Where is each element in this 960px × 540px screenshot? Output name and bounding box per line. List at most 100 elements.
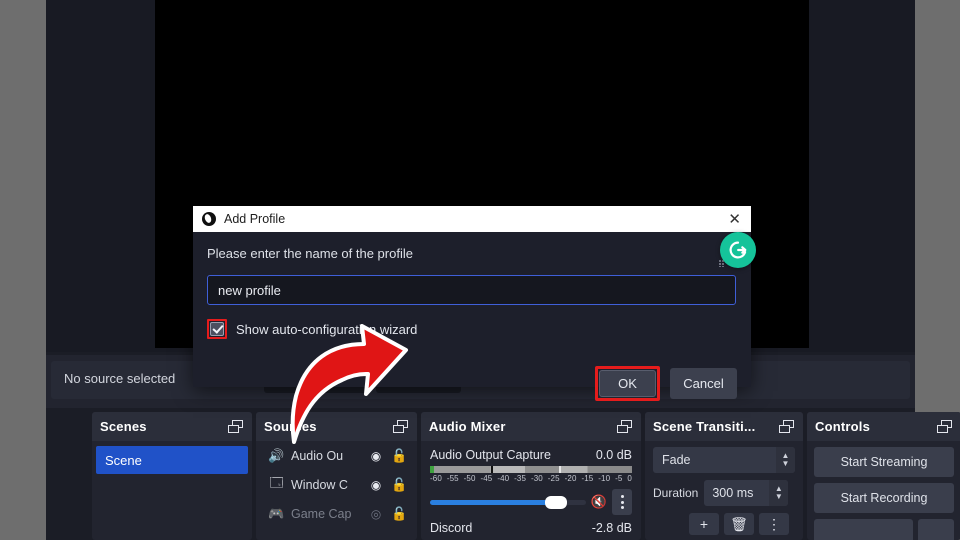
scenes-dock: Scenes Scene [92, 412, 252, 540]
transition-menu-button[interactable]: ⋮ [759, 513, 789, 535]
mixer-track-level: -2.8 dB [591, 521, 632, 535]
mixer-track-name: Discord [430, 521, 473, 535]
scenes-dock-title: Scenes [100, 419, 147, 434]
unlocked-icon[interactable]: 🔓 [391, 477, 407, 493]
eye-visible-icon[interactable]: ◉ [367, 449, 385, 463]
mixer-track-name: Audio Output Capture [430, 448, 551, 462]
transition-select-value: Fade [662, 453, 691, 467]
kebab-menu-icon: ⋮ [767, 515, 781, 532]
no-source-selected-label: No source selected [64, 371, 176, 386]
source-item-label: Audio Ou [291, 448, 344, 463]
source-list-item[interactable]: 🗔 Window C ◉ 🔓 [256, 470, 417, 499]
ok-highlight-annotation: OK [595, 366, 660, 401]
sources-dock: Sources 🔊 Audio Ou ◉ 🔓 🗔 Window C ◉ 🔓 🎮 … [256, 412, 417, 540]
speaker-icon: 🔊 [268, 447, 285, 463]
controls-row-partial [814, 519, 954, 540]
duration-row: Duration 300 ms ▲ ▼ [653, 480, 795, 506]
start-streaming-label: Start Streaming [840, 455, 928, 469]
volume-meter [430, 466, 632, 473]
transition-buttons: + 🗑 ⋮ [653, 513, 795, 535]
dialog-prompt: Please enter the name of the profile [207, 246, 413, 261]
audio-mixer-dock-header: Audio Mixer [421, 412, 641, 441]
obs-logo-icon [202, 212, 216, 226]
undock-icon[interactable] [393, 419, 409, 434]
source-list-item[interactable]: 🎮 Game Cap ◎ 🔓 [256, 499, 417, 528]
source-item-label: Game Cap [291, 506, 352, 521]
add-transition-button[interactable]: + [689, 513, 719, 535]
sources-dock-title: Sources [264, 419, 317, 434]
settings-button[interactable] [918, 519, 954, 540]
dialog-body: Please enter the name of the profile new… [193, 232, 751, 401]
mixer-kebab-menu-icon[interactable] [612, 489, 632, 515]
meter-tick: -20 [564, 474, 577, 483]
audio-mixer-dock-title: Audio Mixer [429, 419, 506, 434]
scene-transitions-dock-header: Scene Transiti... [645, 412, 803, 441]
auto-config-wizard-checkbox[interactable] [210, 322, 224, 336]
eye-hidden-icon[interactable]: ◎ [367, 507, 385, 521]
volume-slider-row: 🔇 [430, 489, 632, 515]
cancel-button-label: Cancel [683, 376, 724, 391]
meter-tick: -55 [446, 474, 459, 483]
undock-icon[interactable] [228, 419, 244, 434]
meter-tick: -35 [514, 474, 527, 483]
cancel-button[interactable]: Cancel [670, 368, 737, 399]
studio-mode-button[interactable] [814, 519, 913, 540]
unlocked-icon[interactable]: 🔓 [391, 506, 407, 522]
scene-list-item-label: Scene [105, 452, 142, 468]
chevron-updown-icon[interactable]: ▲ ▼ [769, 480, 789, 506]
mixer-track: Audio Output Capture 0.0 dB -60 -55 -50 … [421, 441, 641, 515]
meter-tick: 0 [627, 474, 632, 483]
source-list-item[interactable]: 🔊 Audio Ou ◉ 🔓 [256, 441, 417, 470]
controls-dock-title: Controls [815, 419, 871, 434]
grammarly-icon[interactable] [720, 232, 756, 268]
trash-icon: 🗑 [730, 515, 748, 532]
volume-slider[interactable] [430, 495, 586, 509]
dialog-title: Add Profile [224, 212, 286, 226]
start-streaming-button[interactable]: Start Streaming [814, 447, 954, 477]
mixer-track-level: 0.0 dB [595, 448, 632, 462]
dialog-titlebar[interactable]: Add Profile ✕ [193, 206, 751, 232]
mixer-track-header: Audio Output Capture 0.0 dB [430, 448, 632, 462]
meter-tick: -50 [463, 474, 476, 483]
eye-visible-icon[interactable]: ◉ [367, 478, 385, 492]
scene-list-item[interactable]: Scene [96, 446, 248, 474]
auto-config-wizard-label: Show auto-configuration wizard [236, 321, 418, 337]
controls-dock: Controls Start Streaming Start Recording [807, 412, 960, 540]
sources-dock-header: Sources [256, 412, 417, 441]
meter-tick: -30 [530, 474, 543, 483]
meter-tick: -5 [615, 474, 623, 483]
duration-value: 300 ms [712, 486, 754, 500]
mixer-track: Discord -2.8 dB [421, 515, 641, 535]
add-profile-dialog: Add Profile ✕ Please enter the name of t… [193, 206, 751, 401]
audio-mixer-dock: Audio Mixer Audio Output Capture 0.0 dB … [421, 412, 641, 540]
close-icon[interactable]: ✕ [724, 212, 745, 227]
ok-button[interactable]: OK [599, 370, 656, 397]
meter-tick: -10 [598, 474, 611, 483]
window-icon: 🗔 [269, 474, 284, 490]
muted-speaker-icon[interactable]: 🔇 [591, 494, 607, 510]
meter-tick: -45 [480, 474, 493, 483]
auto-config-wizard-row[interactable]: Show auto-configuration wizard [207, 319, 737, 339]
meter-scale: -60 -55 -50 -45 -40 -35 -30 -25 -20 -15 … [430, 474, 632, 483]
meter-tick: -60 [430, 474, 442, 483]
undock-icon[interactable] [937, 419, 953, 434]
source-item-label: Window C [291, 477, 348, 492]
scene-transitions-dock-title: Scene Transiti... [653, 419, 756, 434]
scene-transitions-body: Fade ▲ ▼ Duration 300 ms ▲ ▼ + 🗑 ⋮ [645, 441, 803, 535]
duration-label: Duration [653, 486, 699, 500]
remove-transition-button[interactable]: 🗑 [724, 513, 754, 535]
scene-transitions-dock: Scene Transiti... Fade ▲ ▼ Duration 300 m… [645, 412, 803, 540]
chevron-updown-icon[interactable]: ▲ ▼ [776, 447, 795, 473]
undock-icon[interactable] [779, 419, 795, 434]
start-recording-button[interactable]: Start Recording [814, 483, 954, 513]
start-recording-label: Start Recording [840, 491, 928, 505]
mixer-track-header: Discord -2.8 dB [430, 521, 632, 535]
duration-stepper[interactable]: 300 ms ▲ ▼ [704, 480, 789, 506]
dialog-button-row: OK Cancel [595, 366, 737, 401]
profile-name-input[interactable]: new profile [207, 275, 736, 305]
unlocked-icon[interactable]: 🔓 [391, 448, 407, 464]
undock-icon[interactable] [617, 419, 633, 434]
ok-button-label: OK [618, 376, 637, 391]
transition-select[interactable]: Fade ▲ ▼ [653, 447, 795, 473]
screen-root: No source selected Properties Filters Sc… [0, 0, 960, 540]
